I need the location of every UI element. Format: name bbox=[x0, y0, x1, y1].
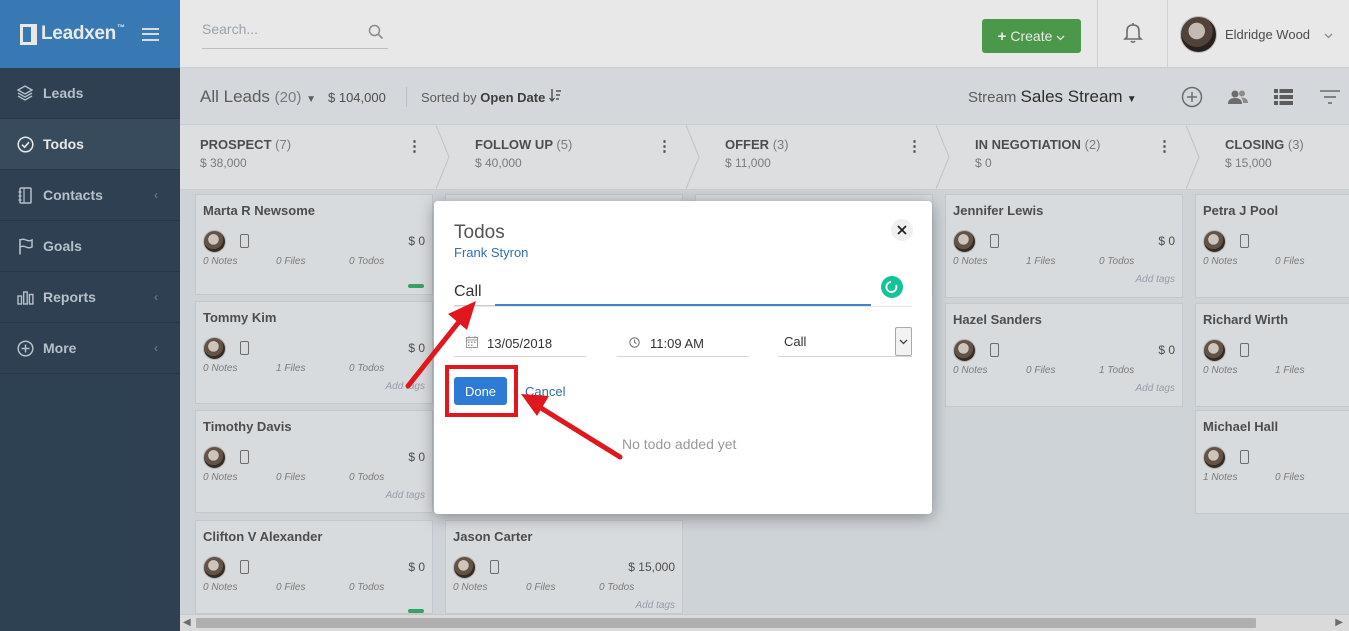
due-time-value: 11:09 AM bbox=[650, 336, 704, 351]
clock-icon bbox=[629, 336, 640, 351]
cancel-link[interactable]: Cancel bbox=[525, 384, 565, 399]
chevron-down-icon[interactable] bbox=[895, 327, 912, 356]
close-button[interactable] bbox=[891, 219, 913, 241]
grammarly-icon[interactable] bbox=[881, 276, 903, 298]
modal-contact-link[interactable]: Frank Styron bbox=[454, 245, 528, 260]
close-icon bbox=[897, 223, 907, 238]
modal-title: Todos bbox=[454, 222, 505, 243]
due-time-field[interactable]: 11:09 AM bbox=[617, 331, 749, 357]
todo-title-input[interactable] bbox=[454, 277, 872, 307]
calendar-icon bbox=[466, 336, 478, 351]
due-date-field[interactable]: 13/05/2018 bbox=[454, 331, 586, 357]
empty-state-message: No todo added yet bbox=[622, 436, 737, 452]
annotation-highlight-box bbox=[445, 365, 518, 417]
todo-type-select[interactable]: Call bbox=[778, 327, 912, 357]
todos-modal: Todos Frank Styron 13/05/2018 11:09 AM C… bbox=[434, 201, 932, 514]
due-date-value: 13/05/2018 bbox=[487, 336, 553, 351]
divider bbox=[454, 306, 912, 307]
todo-type-value: Call bbox=[784, 334, 807, 349]
